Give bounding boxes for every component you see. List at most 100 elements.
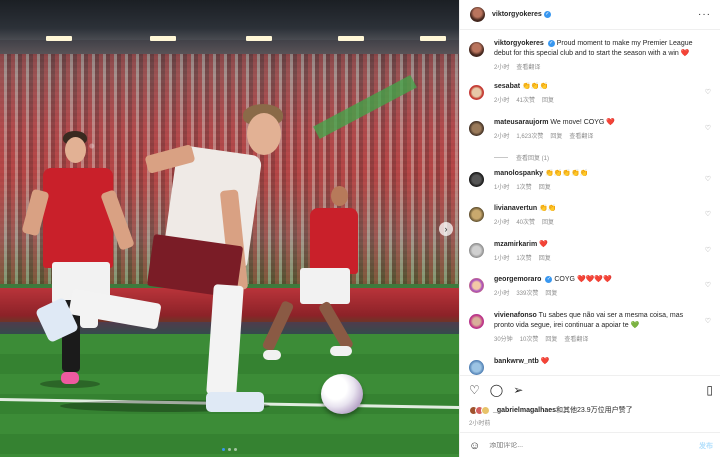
player-red-shirt <box>310 208 358 274</box>
emoji-icon[interactable]: ☺ <box>469 440 480 452</box>
caption-username[interactable]: viktorgyokeres <box>494 40 544 47</box>
likes-text: _gabrielmagalhaes和其他23.9万位用户赞了 <box>493 405 633 415</box>
author-avatar[interactable] <box>470 7 485 22</box>
comment-meta: 2小时 339次赞 回复 <box>494 288 702 297</box>
verified-icon: ✓ <box>547 39 555 47</box>
commenter-username[interactable]: livianavertun <box>494 205 537 212</box>
next-image-button[interactable]: › <box>439 222 453 236</box>
player-boot <box>263 350 281 360</box>
commenter-avatar[interactable] <box>469 314 484 329</box>
comment-item: mateusaraujorm We move! COYG ❤️ 2小时 1,62… <box>469 118 717 140</box>
player-shorts <box>300 268 350 304</box>
heart-icon[interactable]: ♡ <box>469 383 480 397</box>
comment-like-icon[interactable]: ♡ <box>705 124 711 132</box>
reply-button[interactable]: 回复 <box>545 288 557 297</box>
comment-content: 👏👏👏 <box>522 83 549 90</box>
commenter-avatar[interactable] <box>469 360 484 375</box>
comment-input[interactable] <box>489 442 670 449</box>
commenter-username[interactable]: sesabat <box>494 83 520 90</box>
comment-likes[interactable]: 339次赞 <box>516 288 538 297</box>
comment-icon[interactable]: ◯ <box>490 383 503 397</box>
reply-button[interactable]: 回复 <box>542 217 554 226</box>
commenter-avatar[interactable] <box>469 172 484 187</box>
reply-button[interactable]: 回复 <box>539 253 551 262</box>
liker-username[interactable]: _gabrielmagalhaes <box>493 407 556 414</box>
comment-time: 1小时 <box>494 256 510 262</box>
comment-likes[interactable]: 1次赞 <box>516 182 531 191</box>
comments-list[interactable]: viktorgyokeres ✓ Proud moment to make my… <box>460 32 720 375</box>
reply-button[interactable]: 回复 <box>539 182 551 191</box>
carousel-dot <box>228 448 231 451</box>
commenter-username[interactable]: vivienafonso <box>494 312 537 319</box>
commenter-avatar[interactable] <box>469 121 484 136</box>
commenter-username[interactable]: mzamirkarim <box>494 241 537 248</box>
bookmark-icon[interactable]: ▯ <box>706 383 713 397</box>
likes-summary[interactable]: _gabrielmagalhaes和其他23.9万位用户赞了 <box>469 405 633 415</box>
comment-text: mzamirkarim ❤️ <box>494 240 702 250</box>
caption-emoji: ❤️ <box>680 50 690 57</box>
player-head <box>65 137 86 163</box>
commenter-avatar[interactable] <box>469 85 484 100</box>
comment-like-icon[interactable]: ♡ <box>705 175 711 183</box>
comment-likes[interactable]: 10次赞 <box>520 334 539 343</box>
comment-body: manolospanky 👏👏👏👏👏 1小时 1次赞 回复 <box>494 169 702 191</box>
commenter-avatar[interactable] <box>469 207 484 222</box>
post-photo[interactable]: › <box>0 0 459 457</box>
carousel-dot <box>234 448 237 451</box>
commenter-username[interactable]: bankwrw_ntb <box>494 358 539 365</box>
view-replies-label[interactable]: 查看回复 (1) <box>516 153 549 162</box>
comment-item: bankwrw_ntb ❤️ <box>469 357 717 375</box>
comment-like-icon[interactable]: ♡ <box>705 88 711 96</box>
author-username[interactable]: viktorgyokeres <box>492 11 542 18</box>
reply-button[interactable]: 回复 <box>545 334 557 343</box>
commenter-avatar[interactable] <box>469 243 484 258</box>
comment-text: mateusaraujorm We move! COYG ❤️ <box>494 118 702 128</box>
view-replies-link[interactable]: 查看回复 (1) <box>494 153 549 162</box>
comment-emoji: ❤️ <box>539 241 548 248</box>
comment-meta: 1小时 1次赞 回复 <box>494 253 702 262</box>
author-avatar[interactable] <box>469 42 484 57</box>
carousel-dots <box>222 448 237 451</box>
instagram-post-modal: › viktorgyokeres ✓ ··· viktorgyokeres ✓ <box>0 0 720 457</box>
post-actions: ♡ ◯ ➢ ▯ _gabrielmagalhaes和其他23.9万位用户赞了 2… <box>460 375 720 457</box>
comment-item: mzamirkarim ❤️ 1小时 1次赞 回复 ♡ <box>469 240 717 262</box>
player-boot <box>330 346 352 356</box>
caption-translate-link[interactable]: 查看翻译 <box>516 62 540 71</box>
verified-icon: ✓ <box>543 11 551 18</box>
commenter-username[interactable]: mateusaraujorm <box>494 119 548 126</box>
commenter-avatar[interactable] <box>469 278 484 293</box>
caption-meta: 2小时 查看翻译 <box>494 62 702 71</box>
post-timestamp: 2小时前 <box>469 421 491 427</box>
more-options-icon[interactable]: ··· <box>698 9 711 20</box>
comment-body: georgemoraro ✓ COYG ❤️❤️❤️❤️ 2小时 339次赞 回… <box>494 275 702 297</box>
comment-text: livianavertun 👏👏 <box>494 204 702 214</box>
stadium-light <box>246 36 272 41</box>
comment-body: bankwrw_ntb ❤️ <box>494 357 702 375</box>
commenter-username[interactable]: manolospanky <box>494 170 543 177</box>
comment-emoji: ❤️ <box>540 358 550 365</box>
translate-link[interactable]: 查看翻译 <box>564 334 588 343</box>
commenter-username[interactable]: georgemoraro <box>494 276 541 283</box>
comment-likes[interactable]: 40次赞 <box>516 217 535 226</box>
post-comment-button[interactable]: 发布 <box>699 441 713 451</box>
comment-likes[interactable]: 41次赞 <box>516 95 535 104</box>
comment-like-icon[interactable]: ♡ <box>705 246 711 254</box>
reply-button[interactable]: 回复 <box>542 95 554 104</box>
comment-like-icon[interactable]: ♡ <box>705 317 711 325</box>
caption-text: viktorgyokeres ✓ Proud moment to make my… <box>494 39 702 59</box>
post-details-panel: viktorgyokeres ✓ ··· viktorgyokeres ✓ Pr… <box>459 0 720 457</box>
comment-emoji: ❤️ <box>606 119 616 126</box>
comment-content: 👏👏 <box>539 205 557 212</box>
translate-link[interactable]: 查看翻译 <box>569 131 593 140</box>
share-icon[interactable]: ➢ <box>513 383 523 397</box>
comment-like-icon[interactable]: ♡ <box>705 210 711 218</box>
reply-button[interactable]: 回复 <box>550 131 562 140</box>
comment-like-icon[interactable]: ♡ <box>705 281 711 289</box>
comment-item: georgemoraro ✓ COYG ❤️❤️❤️❤️ 2小时 339次赞 回… <box>469 275 717 297</box>
comment-likes[interactable]: 1,623次赞 <box>516 131 543 140</box>
comment-meta: 2小时 1,623次赞 回复 查看翻译 <box>494 131 702 140</box>
comment-likes[interactable]: 1次赞 <box>516 253 531 262</box>
comment-text: georgemoraro ✓ COYG ❤️❤️❤️❤️ <box>494 275 702 285</box>
comment-body: sesabat 👏👏👏 2小时 41次赞 回复 <box>494 82 702 104</box>
comment-emoji: 💚 <box>630 322 640 329</box>
